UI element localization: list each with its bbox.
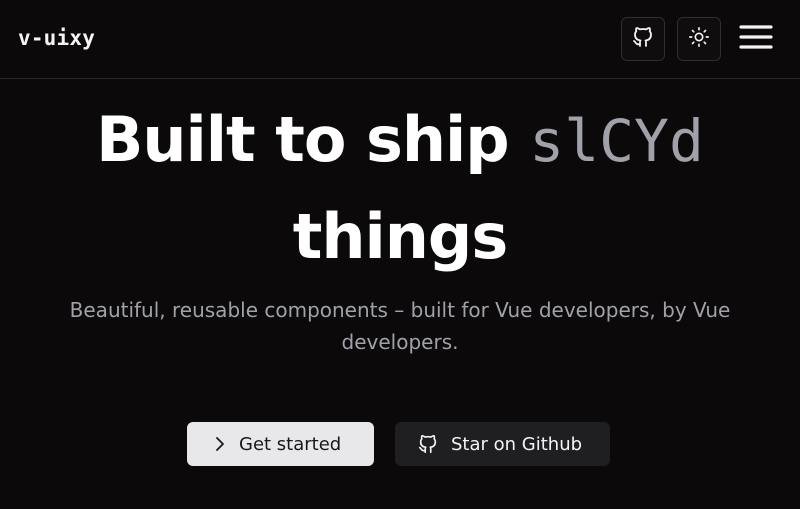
top-header: v-uixy [0,0,800,79]
chevron-right-icon [213,436,227,452]
hamburger-menu-icon [739,23,773,55]
sun-icon [688,26,710,52]
hero-title-text-2: things [292,200,508,273]
get-started-button[interactable]: Get started [187,422,374,466]
theme-toggle-button[interactable] [677,17,721,61]
star-on-github-label: Star on Github [451,433,583,455]
github-icon [631,25,655,53]
menu-button[interactable] [736,20,776,58]
hero-subtitle: Beautiful, reusable components – built f… [69,298,731,354]
star-on-github-button[interactable]: Star on Github [395,422,610,466]
landing-page: v-uixy Built to ship slCYd things Beauti… [0,0,800,509]
hero-title-text: Built to ship [96,103,510,176]
github-button[interactable] [621,17,665,61]
brand-logo[interactable]: v-uixy [18,26,95,50]
hero-title: Built to ship slCYd things [0,92,800,285]
hero-title-scramble: slCYd [529,107,704,175]
github-icon [417,433,439,455]
get-started-label: Get started [239,433,342,455]
